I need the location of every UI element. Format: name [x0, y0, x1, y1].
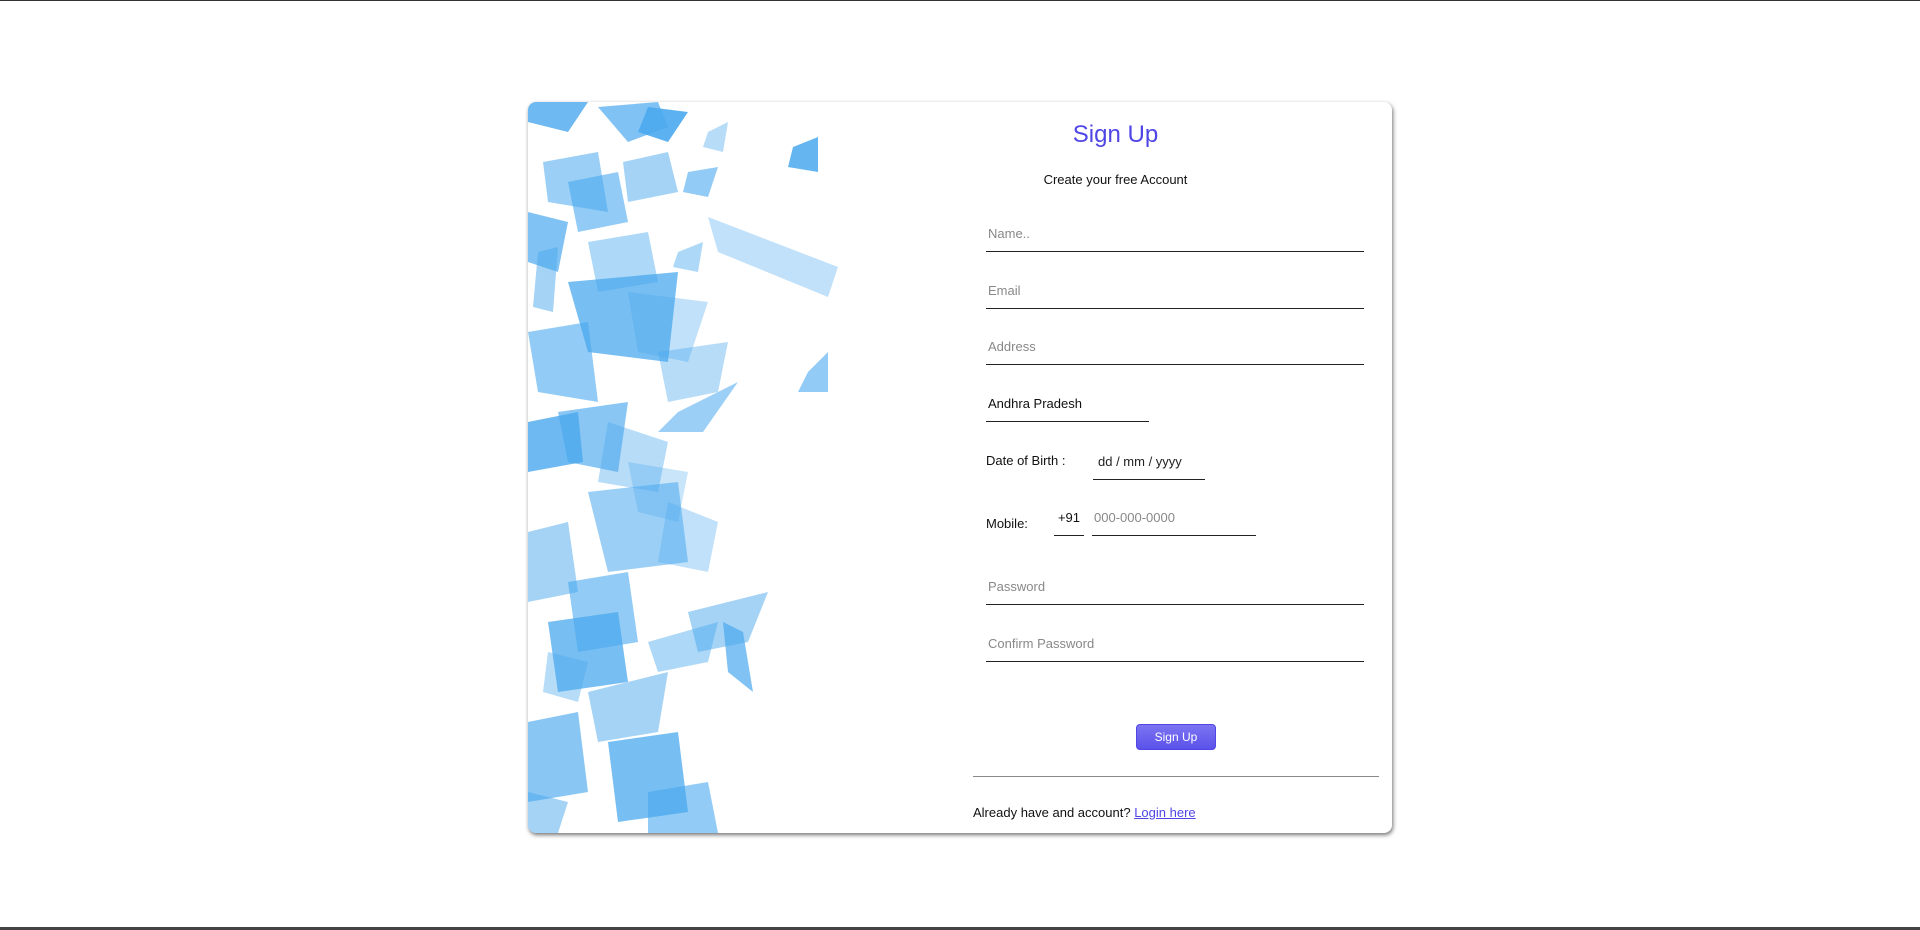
- confirm-password-input[interactable]: [986, 626, 1364, 662]
- login-link[interactable]: Login here: [1134, 805, 1195, 820]
- country-code: +91: [1054, 500, 1084, 536]
- login-prompt-text: Already have and account?: [973, 805, 1131, 820]
- login-prompt: Already have and account? Login here: [973, 805, 1196, 820]
- email-input[interactable]: [986, 273, 1364, 309]
- password-input[interactable]: [986, 569, 1364, 605]
- divider: [973, 776, 1379, 777]
- sign-up-button[interactable]: Sign Up: [1136, 724, 1216, 750]
- mobile-label: Mobile:: [986, 516, 1028, 531]
- name-input[interactable]: [986, 216, 1364, 252]
- dob-label: Date of Birth :: [986, 453, 1066, 468]
- state-select[interactable]: Andhra Pradesh: [986, 386, 1149, 422]
- address-input[interactable]: [986, 329, 1364, 365]
- page-subtitle: Create your free Account: [1043, 172, 1188, 187]
- window-top-border: [0, 0, 1920, 1]
- page-title: Sign Up: [1072, 121, 1159, 148]
- signup-card: Sign Up Create your free Account Andhra …: [528, 102, 1392, 833]
- dob-input[interactable]: dd / mm / yyyy: [1093, 444, 1205, 480]
- signup-form: Sign Up Create your free Account Andhra …: [528, 102, 1392, 833]
- mobile-input[interactable]: [1092, 500, 1256, 536]
